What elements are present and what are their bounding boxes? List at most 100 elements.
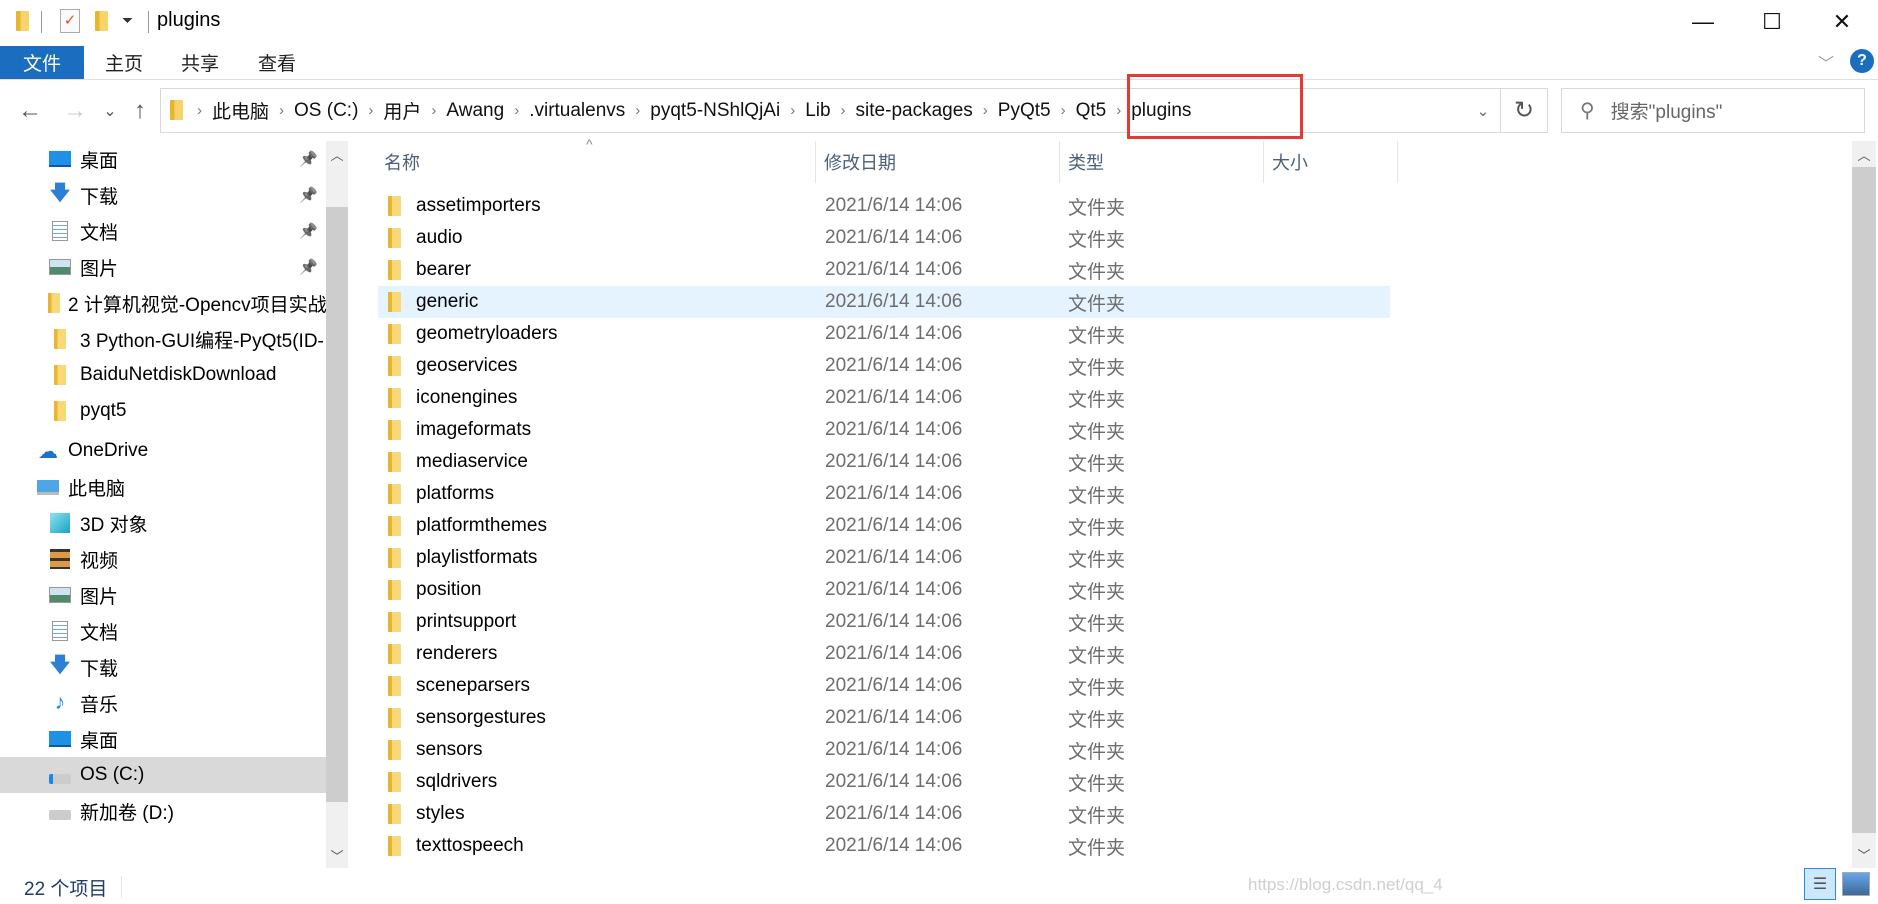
- breadcrumb-item[interactable]: site-packages: [856, 100, 973, 122]
- sidebar-item[interactable]: 桌面: [0, 721, 326, 757]
- breadcrumb-item[interactable]: pyqt5-NShlQjAi: [650, 100, 780, 122]
- maximize-button[interactable]: ☐: [1737, 0, 1807, 44]
- table-row[interactable]: platforms 2021/6/14 14:06 文件夹: [378, 478, 1390, 510]
- table-row[interactable]: geoservices 2021/6/14 14:06 文件夹: [378, 350, 1390, 382]
- column-date[interactable]: 修改日期: [816, 141, 1060, 183]
- breadcrumb-item[interactable]: Awang: [446, 100, 504, 122]
- sidebar-item[interactable]: 图片: [0, 577, 326, 613]
- sidebar-scrollbar[interactable]: ︿ ﹀: [326, 141, 348, 868]
- table-row[interactable]: styles 2021/6/14 14:06 文件夹: [378, 798, 1390, 830]
- refresh-button[interactable]: ↻: [1500, 88, 1548, 133]
- table-row[interactable]: printsupport 2021/6/14 14:06 文件夹: [378, 606, 1390, 638]
- sidebar-item[interactable]: 图片 📌: [0, 249, 326, 285]
- table-row[interactable]: assetimporters 2021/6/14 14:06 文件夹: [378, 190, 1390, 222]
- tab-view[interactable]: 查看: [258, 46, 296, 79]
- breadcrumb-chevron-icon[interactable]: ›: [197, 102, 202, 119]
- details-view-button[interactable]: ☰: [1804, 868, 1836, 900]
- sidebar-item[interactable]: 2 计算机视觉-Opencv项目实战: [0, 285, 326, 321]
- scrollbar-thumb[interactable]: [1852, 167, 1876, 833]
- sidebar-item[interactable]: ♪ 音乐: [0, 685, 326, 721]
- column-type[interactable]: 类型: [1060, 141, 1264, 183]
- sidebar-item[interactable]: 新加卷 (D:): [0, 793, 326, 829]
- sidebar-item[interactable]: 桌面 📌: [0, 141, 326, 177]
- address-history-dropdown[interactable]: ⌄: [1468, 88, 1498, 133]
- sidebar-item[interactable]: 3D 对象: [0, 505, 326, 541]
- tab-file[interactable]: 文件: [0, 46, 84, 79]
- table-row[interactable]: sensors 2021/6/14 14:06 文件夹: [378, 734, 1390, 766]
- column-size[interactable]: 大小: [1264, 141, 1398, 183]
- minimize-button[interactable]: —: [1668, 0, 1738, 44]
- breadcrumb-item[interactable]: 用户: [383, 97, 421, 124]
- back-button[interactable]: ←: [15, 94, 45, 128]
- search-input[interactable]: 搜索"plugins": [1611, 97, 1723, 124]
- breadcrumb-item[interactable]: 此电脑: [212, 97, 269, 124]
- breadcrumb-item[interactable]: OS (C:): [294, 100, 358, 122]
- breadcrumb-item[interactable]: Lib: [805, 100, 830, 122]
- breadcrumb-chevron-icon[interactable]: ›: [790, 102, 795, 119]
- file-list-scrollbar[interactable]: ︿ ﹀: [1852, 141, 1876, 868]
- breadcrumb-chevron-icon[interactable]: ›: [279, 102, 284, 119]
- breadcrumb-chevron-icon[interactable]: ›: [514, 102, 519, 119]
- table-row[interactable]: mediaservice 2021/6/14 14:06 文件夹: [378, 446, 1390, 478]
- up-button[interactable]: ↑: [125, 94, 155, 128]
- scroll-down-icon[interactable]: ﹀: [326, 844, 348, 866]
- search-box[interactable]: ⚲ 搜索"plugins": [1561, 88, 1865, 133]
- scrollbar-thumb[interactable]: [326, 207, 348, 802]
- sidebar-item[interactable]: 🡇 下载 📌: [0, 177, 326, 213]
- sidebar-item[interactable]: 视频: [0, 541, 326, 577]
- table-row[interactable]: audio 2021/6/14 14:06 文件夹: [378, 222, 1390, 254]
- table-row[interactable]: geometryloaders 2021/6/14 14:06 文件夹: [378, 318, 1390, 350]
- table-row[interactable]: position 2021/6/14 14:06 文件夹: [378, 574, 1390, 606]
- sidebar-item[interactable]: BaiduNetdiskDownload: [0, 357, 326, 393]
- breadcrumb-item[interactable]: Qt5: [1076, 100, 1107, 122]
- address-bar[interactable]: › 此电脑 › OS (C:) › 用户 › Awang › .virtualenvs › pyqt5…: [160, 88, 1548, 133]
- sidebar-item[interactable]: 3 Python-GUI编程-PyQt5(ID-: [0, 321, 326, 357]
- table-row[interactable]: generic 2021/6/14 14:06 文件夹: [378, 286, 1390, 318]
- expand-ribbon-icon[interactable]: ﹀: [1818, 50, 1834, 74]
- pin-icon[interactable]: 📌: [299, 258, 318, 276]
- customize-qat-icon[interactable]: ⏷: [122, 12, 133, 29]
- forward-button[interactable]: →: [60, 94, 90, 128]
- breadcrumb-item[interactable]: PyQt5: [998, 100, 1051, 122]
- table-row[interactable]: playlistformats 2021/6/14 14:06 文件夹: [378, 542, 1390, 574]
- breadcrumb-chevron-icon[interactable]: ›: [431, 102, 436, 119]
- pin-icon[interactable]: 📌: [299, 186, 318, 204]
- tab-home[interactable]: 主页: [105, 46, 143, 79]
- properties-icon[interactable]: ✓: [60, 9, 80, 33]
- help-icon[interactable]: ?: [1850, 49, 1874, 73]
- sidebar-item[interactable]: 文档: [0, 613, 326, 649]
- recent-locations-button[interactable]: ⌄: [95, 94, 125, 128]
- breadcrumb-chevron-icon[interactable]: ›: [841, 102, 846, 119]
- pin-icon[interactable]: 📌: [299, 150, 318, 168]
- sidebar-item[interactable]: 🡇 下载: [0, 649, 326, 685]
- table-row[interactable]: sensorgestures 2021/6/14 14:06 文件夹: [378, 702, 1390, 734]
- breadcrumb-item[interactable]: .virtualenvs: [529, 100, 625, 122]
- column-name[interactable]: 名称: [376, 141, 816, 183]
- sidebar-item[interactable]: OS (C:): [0, 757, 326, 793]
- large-icons-view-button[interactable]: [1842, 872, 1870, 896]
- table-row[interactable]: sqldrivers 2021/6/14 14:06 文件夹: [378, 766, 1390, 798]
- sidebar-item[interactable]: 文档 📌: [0, 213, 326, 249]
- scroll-down-icon[interactable]: ﹀: [1852, 841, 1876, 867]
- pin-icon[interactable]: 📌: [299, 222, 318, 240]
- tab-share[interactable]: 共享: [181, 46, 219, 79]
- breadcrumb-chevron-icon[interactable]: ›: [368, 102, 373, 119]
- breadcrumb-chevron-icon[interactable]: ›: [1061, 102, 1066, 119]
- sidebar-item[interactable]: pyqt5: [0, 393, 326, 429]
- sidebar-item[interactable]: ☁ OneDrive: [0, 433, 326, 469]
- table-row[interactable]: platformthemes 2021/6/14 14:06 文件夹: [378, 510, 1390, 542]
- close-button[interactable]: ✕: [1807, 0, 1877, 44]
- new-folder-icon[interactable]: [95, 11, 108, 31]
- breadcrumb-chevron-icon[interactable]: ›: [635, 102, 640, 119]
- table-row[interactable]: imageformats 2021/6/14 14:06 文件夹: [378, 414, 1390, 446]
- table-row[interactable]: bearer 2021/6/14 14:06 文件夹: [378, 254, 1390, 286]
- sidebar-item[interactable]: 此电脑: [0, 469, 326, 505]
- table-row[interactable]: texttospeech 2021/6/14 14:06 文件夹: [378, 830, 1390, 862]
- breadcrumb-chevron-icon[interactable]: ›: [1116, 102, 1121, 119]
- table-row[interactable]: sceneparsers 2021/6/14 14:06 文件夹: [378, 670, 1390, 702]
- table-row[interactable]: renderers 2021/6/14 14:06 文件夹: [378, 638, 1390, 670]
- breadcrumb-chevron-icon[interactable]: ›: [983, 102, 988, 119]
- scroll-up-icon[interactable]: ︿: [326, 143, 348, 165]
- table-row[interactable]: iconengines 2021/6/14 14:06 文件夹: [378, 382, 1390, 414]
- scroll-up-icon[interactable]: ︿: [1852, 141, 1876, 167]
